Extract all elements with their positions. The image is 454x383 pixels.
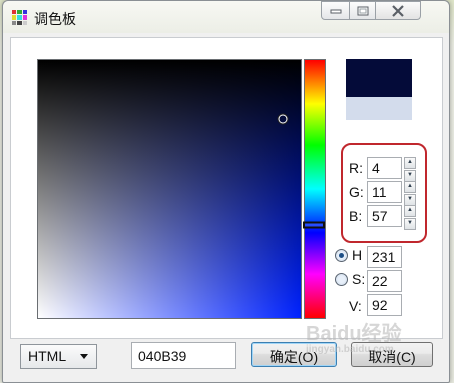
watermark-logo: Baidu经验	[306, 323, 402, 345]
close-button[interactable]	[375, 1, 421, 20]
s-label: S:	[352, 271, 366, 287]
b-label: B:	[349, 208, 363, 224]
maximize-button[interactable]	[349, 1, 376, 20]
close-icon	[392, 4, 404, 17]
previous-color-swatch	[346, 97, 412, 120]
h-radio[interactable]	[335, 249, 348, 262]
h-value-field[interactable]: 231	[367, 246, 402, 268]
v-value-field[interactable]: 92	[367, 294, 402, 316]
v-label: V:	[349, 298, 362, 314]
watermark-url: jingyan.baidu.com	[306, 344, 394, 355]
hex-color-input[interactable]: 040B39	[131, 342, 236, 369]
new-color-swatch	[346, 59, 412, 97]
spin-up-icon[interactable]: ▲	[404, 181, 416, 193]
format-select-value: HTML	[28, 348, 67, 364]
chevron-down-icon	[80, 354, 88, 359]
saturation-value-field[interactable]	[37, 59, 302, 319]
spin-up-icon[interactable]: ▲	[404, 157, 416, 169]
hue-slider-handle[interactable]	[303, 221, 325, 229]
picker-panel: R: 4 ▲ ▼ G: 11 ▲ ▼ B: 57 ▲ ▼ H 231 S: 22 V:…	[10, 37, 443, 339]
color-cursor[interactable]	[278, 114, 288, 124]
title-bar[interactable]: 调色板	[3, 1, 449, 33]
spin-down-icon[interactable]: ▼	[404, 218, 416, 230]
minimize-icon	[330, 9, 341, 13]
h-label: H	[352, 247, 363, 263]
window-title: 调色板	[34, 11, 76, 27]
hue-slider[interactable]	[303, 59, 326, 319]
r-value-field[interactable]: 4	[367, 157, 402, 179]
r-label: R:	[349, 160, 363, 176]
maximize-icon	[357, 6, 368, 15]
b-value-field[interactable]: 57	[367, 205, 402, 227]
s-radio[interactable]	[335, 273, 348, 286]
g-spinner[interactable]: ▲ ▼	[404, 181, 416, 206]
s-value-field[interactable]: 22	[367, 270, 402, 292]
spin-up-icon[interactable]: ▲	[404, 205, 416, 217]
minimize-button[interactable]	[321, 1, 350, 20]
g-label: G:	[349, 184, 364, 200]
g-value-field[interactable]: 11	[367, 181, 402, 203]
r-spinner[interactable]: ▲ ▼	[404, 157, 416, 182]
black-gradient	[38, 60, 301, 318]
palette-grid-icon	[12, 10, 27, 25]
format-select[interactable]: HTML	[20, 344, 97, 369]
b-spinner[interactable]: ▲ ▼	[404, 205, 416, 230]
